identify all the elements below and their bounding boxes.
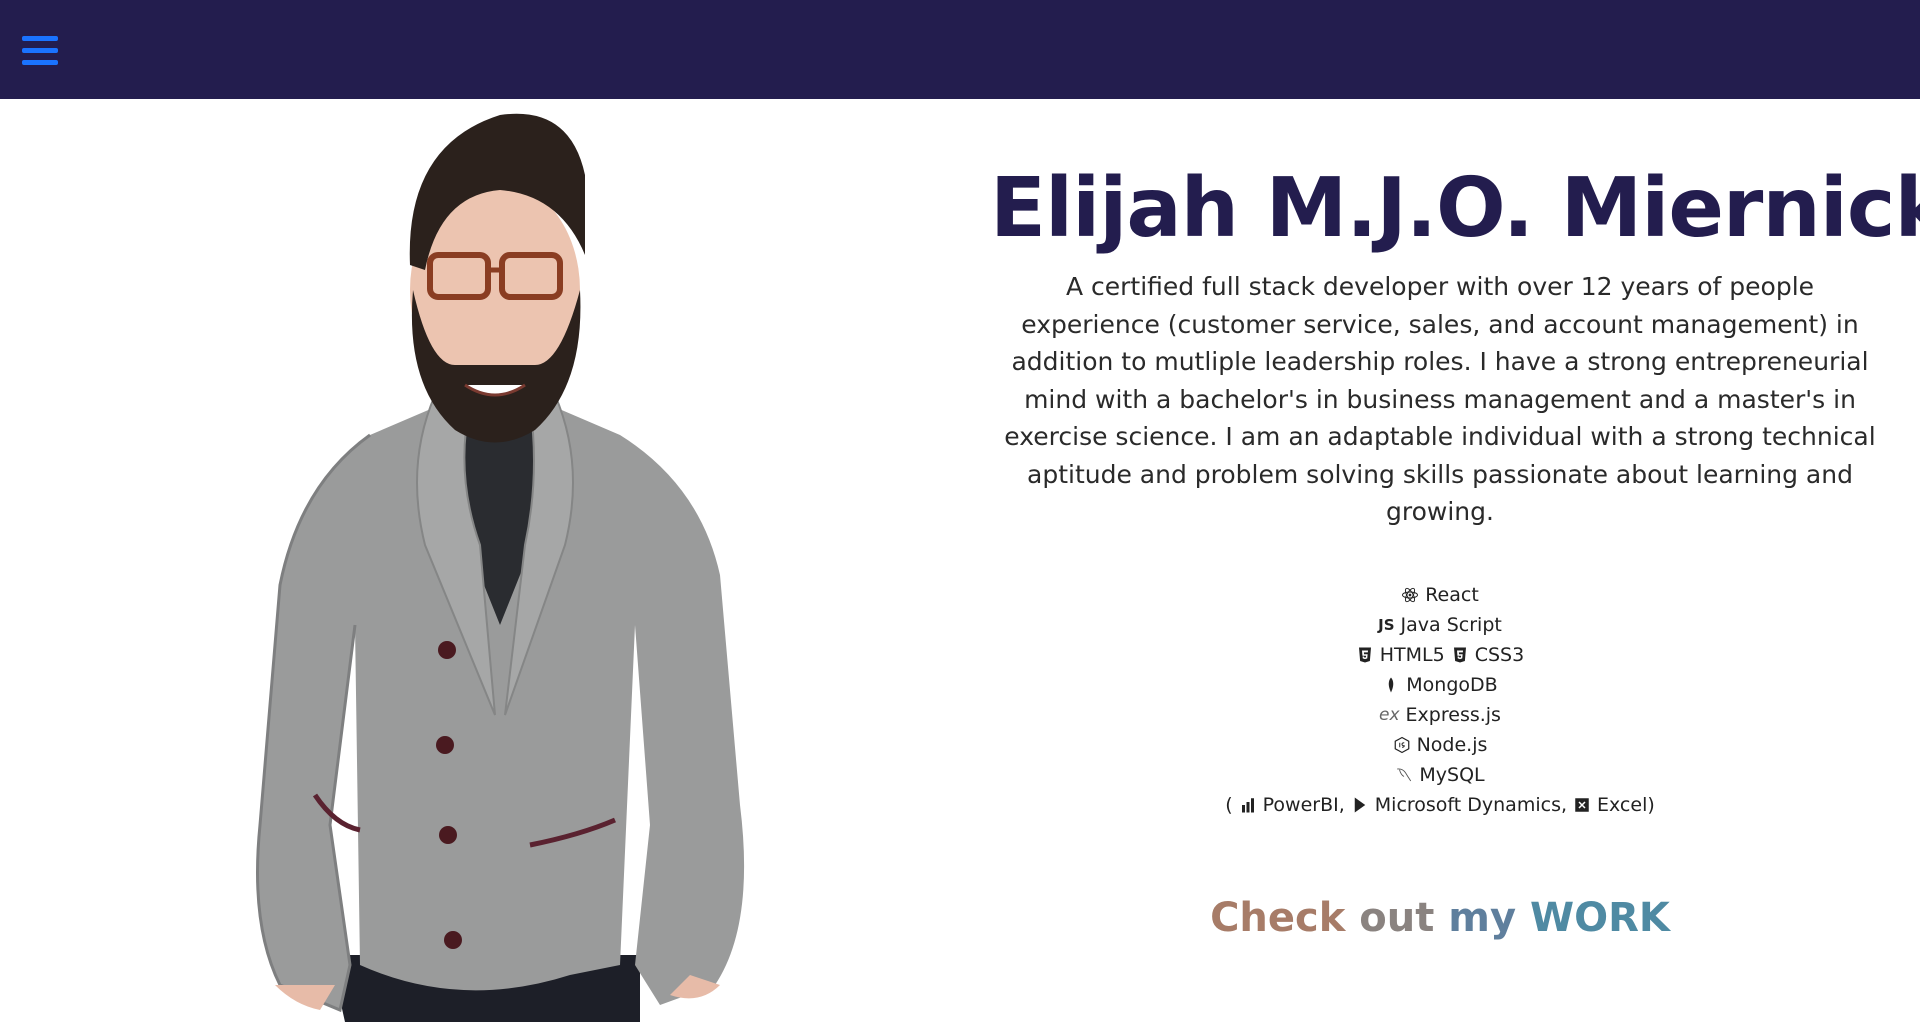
cta-word: out xyxy=(1359,895,1435,941)
excel-icon xyxy=(1573,796,1591,814)
skill-label: CSS3 xyxy=(1474,644,1525,666)
skills-list: React JS Java Script HTML5 CSS3 MongoDB … xyxy=(1140,580,1740,820)
skill-label: Microsoft Dynamics, xyxy=(1374,794,1568,816)
microsoft-dynamics-icon xyxy=(1351,796,1369,814)
skill-mysql: MySQL xyxy=(1140,760,1740,790)
javascript-icon: JS xyxy=(1378,616,1395,634)
skill-javascript: JS Java Script xyxy=(1140,610,1740,640)
menu-line xyxy=(22,36,58,41)
skill-microsoft-tools: ( PowerBI, Microsoft Dynamics, Excel) xyxy=(1140,790,1740,820)
powerbi-icon xyxy=(1239,796,1257,814)
skill-label: ( xyxy=(1225,794,1233,816)
skill-label: Excel) xyxy=(1597,794,1655,816)
skill-label: PowerBI, xyxy=(1262,794,1345,816)
menu-line xyxy=(22,60,58,65)
check-out-work-link[interactable]: Check out my WORK xyxy=(1140,895,1740,941)
skill-nodejs: Node.js xyxy=(1140,730,1740,760)
profile-name: Elijah M.J.O. Miernicki xyxy=(990,161,1920,256)
react-icon xyxy=(1401,586,1419,604)
hamburger-menu-icon[interactable] xyxy=(22,36,58,68)
skill-label: MongoDB xyxy=(1406,674,1498,696)
skill-label: MySQL xyxy=(1419,764,1485,786)
css3-icon xyxy=(1451,646,1469,664)
skill-label: Java Script xyxy=(1400,614,1502,636)
skill-label: Express.js xyxy=(1405,704,1501,726)
html5-icon xyxy=(1356,646,1374,664)
cta-word: my xyxy=(1448,895,1517,941)
skill-html-css: HTML5 CSS3 xyxy=(1140,640,1740,670)
top-nav-bar xyxy=(0,0,1920,99)
cta-word: Check xyxy=(1210,895,1346,941)
nodejs-icon xyxy=(1393,736,1411,754)
skill-label: React xyxy=(1425,584,1479,606)
skill-mongodb: MongoDB xyxy=(1140,670,1740,700)
skill-label: Node.js xyxy=(1416,734,1488,756)
mysql-dolphin-icon xyxy=(1395,766,1413,784)
express-icon: ex xyxy=(1379,705,1400,725)
skill-express: ex Express.js xyxy=(1140,700,1740,730)
profile-bio: A certified full stack developer with ov… xyxy=(1004,272,1876,527)
menu-line xyxy=(22,48,58,53)
mongodb-leaf-icon xyxy=(1382,676,1400,694)
cta-word: WORK xyxy=(1530,895,1670,941)
hero-section: Elijah M.J.O. Miernicki A certified full… xyxy=(990,160,1920,531)
skill-label: HTML5 xyxy=(1379,644,1445,666)
skill-react: React xyxy=(1140,580,1740,610)
profile-photo xyxy=(256,113,745,1022)
